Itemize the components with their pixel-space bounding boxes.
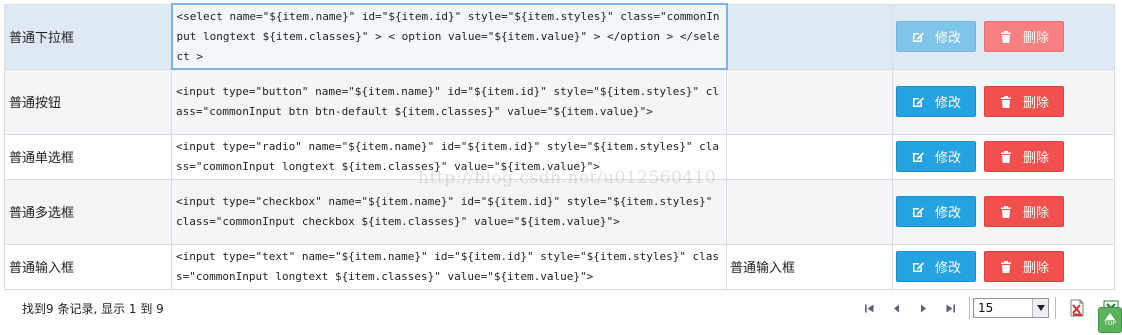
trash-icon (999, 260, 1013, 274)
delete-button-label: 删除 (1022, 261, 1049, 276)
edit-icon (911, 95, 925, 109)
row-label: 普通单选框 (4, 133, 172, 180)
row-actions: 修改 删除 (892, 243, 1115, 290)
table-row[interactable]: 普通多选框 <input type="checkbox" name="${ite… (4, 178, 1115, 245)
edit-button-label: 修改 (934, 96, 961, 111)
row-code-cell[interactable]: <input type="radio" name="${item.name}" … (171, 133, 727, 180)
edit-button-label: 修改 (934, 261, 961, 276)
edit-icon (911, 150, 925, 164)
edit-button[interactable]: 修改 (896, 141, 976, 172)
pager: 15 (859, 289, 1121, 327)
delete-button[interactable]: 删除 (984, 21, 1064, 52)
trash-icon (999, 150, 1013, 164)
row-label: 普通输入框 (4, 243, 172, 290)
delete-button[interactable]: 删除 (984, 251, 1064, 282)
template-grid: 普通下拉框 <select name="${item.name}" id="${… (4, 3, 1115, 290)
delete-button-label: 删除 (1022, 206, 1049, 221)
prev-page-icon[interactable] (886, 298, 906, 318)
row-label: 普通多选框 (4, 178, 172, 245)
back-to-top-icon[interactable]: TOP (1098, 307, 1122, 333)
row-value: 普通输入框 (726, 243, 893, 290)
row-actions: 修改 删除 (892, 68, 1115, 135)
grid-footer: 找到9 条记录, 显示 1 到 9 15 (4, 289, 1119, 327)
next-page-icon[interactable] (913, 298, 933, 318)
table-row[interactable]: 普通下拉框 <select name="${item.name}" id="${… (4, 3, 1115, 70)
row-value (726, 178, 893, 245)
edit-icon (911, 30, 925, 44)
row-actions: 修改 删除 (892, 133, 1115, 180)
delete-button-label: 删除 (1022, 151, 1049, 166)
row-label: 普通按钮 (4, 68, 172, 135)
row-value (726, 3, 893, 70)
pager-divider (1055, 297, 1056, 319)
page-size-value: 15 (978, 301, 994, 315)
pager-divider (969, 297, 970, 319)
table-row[interactable]: 普通输入框 <input type="text" name="${item.na… (4, 243, 1115, 290)
pdf-export-icon[interactable] (1067, 298, 1087, 318)
edit-icon (911, 205, 925, 219)
edit-button-label: 修改 (934, 206, 961, 221)
delete-button[interactable]: 删除 (984, 196, 1064, 227)
chevron-down-icon[interactable] (1032, 299, 1048, 317)
edit-button[interactable]: 修改 (896, 21, 976, 52)
row-code-cell[interactable]: <select name="${item.name}" id="${item.i… (170, 3, 728, 70)
record-info: 找到9 条记录, 显示 1 到 9 (22, 301, 164, 316)
trash-icon (999, 30, 1013, 44)
trash-icon (999, 95, 1013, 109)
delete-button[interactable]: 删除 (984, 141, 1064, 172)
page-size-select[interactable]: 15 (973, 298, 1049, 318)
edit-button[interactable]: 修改 (896, 251, 976, 282)
row-code-cell[interactable]: <input type="checkbox" name="${item.name… (171, 178, 727, 245)
trash-icon (999, 205, 1013, 219)
row-value (726, 68, 893, 135)
delete-button[interactable]: 删除 (984, 86, 1064, 117)
edit-icon (911, 260, 925, 274)
edit-button[interactable]: 修改 (896, 86, 976, 117)
last-page-icon[interactable] (940, 298, 960, 318)
top-button-label: TOP (1103, 320, 1116, 327)
edit-button[interactable]: 修改 (896, 196, 976, 227)
table-row[interactable]: 普通单选框 <input type="radio" name="${item.n… (4, 133, 1115, 180)
first-page-icon[interactable] (859, 298, 879, 318)
table-row[interactable]: 普通按钮 <input type="button" name="${item.n… (4, 68, 1115, 135)
row-value (726, 133, 893, 180)
row-actions: 修改 删除 (892, 178, 1115, 245)
edit-button-label: 修改 (934, 151, 961, 166)
row-actions: 修改 删除 (892, 3, 1115, 70)
delete-button-label: 删除 (1022, 96, 1049, 111)
row-code-cell[interactable]: <input type="text" name="${item.name}" i… (171, 243, 727, 290)
row-label: 普通下拉框 (4, 3, 172, 70)
delete-button-label: 删除 (1022, 31, 1049, 46)
row-code-cell[interactable]: <input type="button" name="${item.name}"… (171, 68, 727, 135)
edit-button-label: 修改 (934, 31, 961, 46)
